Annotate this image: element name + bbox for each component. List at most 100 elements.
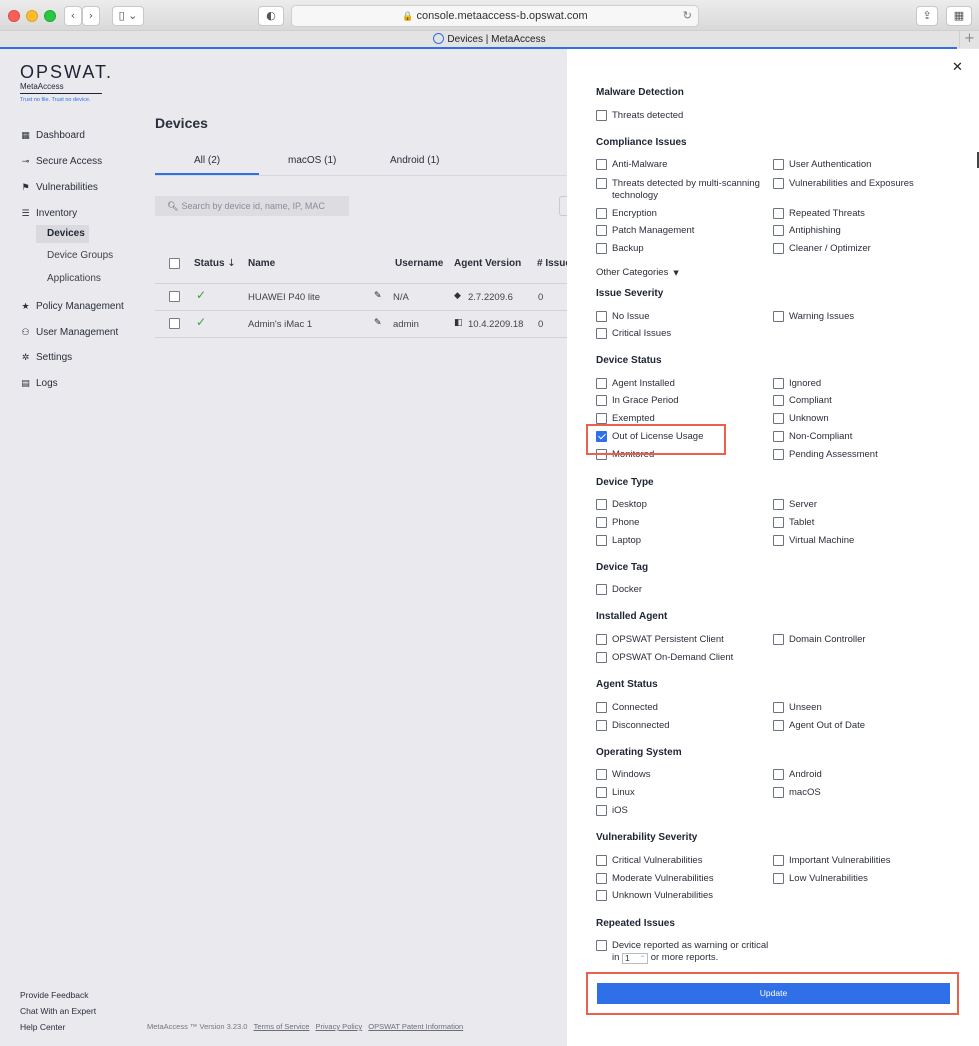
row-divider bbox=[155, 310, 567, 311]
filter-moderate-vulnerabilities[interactable]: Moderate Vulnerabilities bbox=[596, 873, 714, 885]
sidebar-item-applications[interactable]: Applications bbox=[36, 270, 126, 288]
other-categories-dropdown[interactable]: Other Categories ▼ bbox=[596, 267, 679, 278]
version-text: MetaAccess ™ Version 3.23.0 bbox=[147, 1022, 248, 1031]
filter-repeated-threats[interactable]: Repeated Threats bbox=[773, 208, 865, 220]
edit-pencil-icon[interactable]: ✎ bbox=[374, 318, 382, 328]
filter-no-issue[interactable]: No Issue bbox=[596, 311, 650, 323]
filter-laptop[interactable]: Laptop bbox=[596, 535, 641, 547]
filter-disconnected[interactable]: Disconnected bbox=[596, 720, 670, 732]
filter-pending-assessment[interactable]: Pending Assessment bbox=[773, 449, 878, 461]
filter-threats-detected[interactable]: Threats detected bbox=[596, 110, 683, 122]
address-bar[interactable]: 🔒 console.metaaccess-b.opswat.com ↻ bbox=[291, 5, 699, 27]
edit-pencil-icon[interactable]: ✎ bbox=[374, 291, 382, 301]
tab-title[interactable]: Devices | MetaAccess bbox=[447, 34, 545, 45]
filter-unknown-vulnerabilities[interactable]: Unknown Vulnerabilities bbox=[596, 890, 713, 902]
filter-warning-issues[interactable]: Warning Issues bbox=[773, 311, 854, 323]
terms-link[interactable]: Terms of Service bbox=[254, 1022, 310, 1031]
filter-anti-malware[interactable]: Anti-Malware bbox=[596, 159, 667, 171]
select-all-checkbox[interactable] bbox=[169, 258, 180, 269]
sidebar-item-secure-access[interactable]: ⊸ Secure Access bbox=[20, 154, 140, 170]
forward-icon[interactable]: › bbox=[82, 6, 100, 26]
row-checkbox[interactable] bbox=[169, 291, 180, 302]
filter-on-demand-client[interactable]: OPSWAT On-Demand Client bbox=[596, 652, 733, 664]
filter-in-grace-period[interactable]: In Grace Period bbox=[596, 395, 679, 407]
sidebar-item-logs[interactable]: ▤ Logs bbox=[20, 376, 140, 392]
filter-antiphishing[interactable]: Antiphishing bbox=[773, 225, 841, 237]
privacy-link[interactable]: Privacy Policy bbox=[316, 1022, 363, 1031]
sidebar-item-settings[interactable]: ✲ Settings bbox=[20, 350, 140, 366]
filter-persistent-client[interactable]: OPSWAT Persistent Client bbox=[596, 634, 724, 646]
filter-encryption[interactable]: Encryption bbox=[596, 208, 657, 220]
filter-virtual-machine[interactable]: Virtual Machine bbox=[773, 535, 854, 547]
filter-agent-installed[interactable]: Agent Installed bbox=[596, 378, 675, 390]
help-center-link[interactable]: Help Center bbox=[20, 1022, 65, 1032]
row-checkbox[interactable] bbox=[169, 318, 180, 329]
device-name[interactable]: Admin's iMac 1 bbox=[248, 319, 312, 330]
tab-android[interactable]: Android (1) bbox=[390, 155, 439, 166]
filter-critical-vulnerabilities[interactable]: Critical Vulnerabilities bbox=[596, 855, 702, 867]
filter-tablet[interactable]: Tablet bbox=[773, 517, 814, 529]
maximize-window-button[interactable] bbox=[44, 10, 56, 22]
sidebar-item-user-management[interactable]: ⚇ User Management bbox=[20, 325, 140, 341]
sidebar-item-policy-management[interactable]: ★ Policy Management bbox=[20, 299, 140, 315]
filter-important-vulnerabilities[interactable]: Important Vulnerabilities bbox=[773, 855, 891, 867]
reload-icon[interactable]: ↻ bbox=[683, 6, 692, 26]
filter-connected[interactable]: Connected bbox=[596, 702, 658, 714]
filter-patch-management[interactable]: Patch Management bbox=[596, 225, 694, 237]
close-icon[interactable]: ✕ bbox=[952, 60, 963, 75]
share-icon[interactable]: ⇪ bbox=[916, 6, 938, 26]
search-input[interactable]: 🔍︎ Search by device id, name, IP, MAC bbox=[155, 196, 349, 216]
filter-threats-multiscanning[interactable]: Threats detected by multi-scanning techno… bbox=[596, 178, 760, 202]
column-header-name[interactable]: Name bbox=[248, 258, 275, 269]
filter-server[interactable]: Server bbox=[773, 499, 817, 511]
filter-cleaner-optimizer[interactable]: Cleaner / Optimizer bbox=[773, 243, 871, 255]
sort-desc-icon: ↓ bbox=[227, 258, 236, 269]
provide-feedback-link[interactable]: Provide Feedback bbox=[20, 990, 89, 1000]
column-header-username[interactable]: Username bbox=[395, 258, 443, 269]
filter-linux[interactable]: Linux bbox=[596, 787, 635, 799]
filter-ios[interactable]: iOS bbox=[596, 805, 628, 817]
filter-ignored[interactable]: Ignored bbox=[773, 378, 821, 390]
sidebar-item-inventory[interactable]: ☰ Inventory bbox=[20, 206, 140, 222]
tab-all[interactable]: All (2) bbox=[194, 155, 220, 166]
sidebar-item-dashboard[interactable]: ▦ Dashboard bbox=[20, 128, 140, 144]
tab-overview-icon[interactable]: ▦ bbox=[946, 6, 972, 26]
filter-android[interactable]: Android bbox=[773, 769, 822, 781]
filter-windows[interactable]: Windows bbox=[596, 769, 651, 781]
filter-domain-controller[interactable]: Domain Controller bbox=[773, 634, 866, 646]
filter-vulnerabilities-exposures[interactable]: Vulnerabilities and Exposures bbox=[773, 178, 914, 190]
close-window-button[interactable] bbox=[8, 10, 20, 22]
filter-agent-out-of-date[interactable]: Agent Out of Date bbox=[773, 720, 865, 732]
issue-count: 0 bbox=[538, 319, 544, 330]
filter-compliant[interactable]: Compliant bbox=[773, 395, 832, 407]
column-header-agent-version[interactable]: Agent Version bbox=[454, 258, 521, 269]
back-icon[interactable]: ‹ bbox=[64, 6, 82, 26]
filter-macos[interactable]: macOS bbox=[773, 787, 821, 799]
chat-expert-link[interactable]: Chat With an Expert bbox=[20, 1006, 96, 1016]
filter-phone[interactable]: Phone bbox=[596, 517, 639, 529]
column-header-status[interactable]: Status ↓ bbox=[194, 258, 236, 269]
clipboard-icon: ▤ bbox=[21, 379, 30, 389]
filter-unknown[interactable]: Unknown bbox=[773, 413, 829, 425]
filter-docker[interactable]: Docker bbox=[596, 584, 642, 596]
filter-unseen[interactable]: Unseen bbox=[773, 702, 822, 714]
sidebar-toggle-icon[interactable]: ▯ ⌄ bbox=[112, 6, 144, 26]
patent-link[interactable]: OPSWAT Patent Information bbox=[368, 1022, 463, 1031]
filter-non-compliant[interactable]: Non-Compliant bbox=[773, 431, 852, 443]
filter-repeated-issues[interactable]: Device reported as warning or critical i… bbox=[596, 940, 768, 964]
minimize-window-button[interactable] bbox=[26, 10, 38, 22]
column-header-issues[interactable]: # Issue bbox=[537, 258, 567, 269]
sidebar-item-vulnerabilities[interactable]: ⚑ Vulnerabilities bbox=[20, 180, 140, 196]
repeat-count-stepper[interactable]: 1 ⌃ bbox=[622, 953, 649, 964]
new-tab-icon[interactable]: + bbox=[959, 31, 979, 48]
sidebar-item-device-groups[interactable]: Device Groups bbox=[36, 247, 126, 265]
filter-backup[interactable]: Backup bbox=[596, 243, 644, 255]
filter-low-vulnerabilities[interactable]: Low Vulnerabilities bbox=[773, 873, 868, 885]
sidebar-item-devices[interactable]: Devices bbox=[36, 225, 89, 243]
filter-desktop[interactable]: Desktop bbox=[596, 499, 647, 511]
filter-user-authentication[interactable]: User Authentication bbox=[773, 159, 871, 171]
filter-critical-issues[interactable]: Critical Issues bbox=[596, 328, 671, 340]
device-name[interactable]: HUAWEI P40 lite bbox=[248, 292, 320, 303]
privacy-shield-icon[interactable]: ◐ bbox=[258, 6, 284, 26]
tab-macos[interactable]: macOS (1) bbox=[288, 155, 336, 166]
